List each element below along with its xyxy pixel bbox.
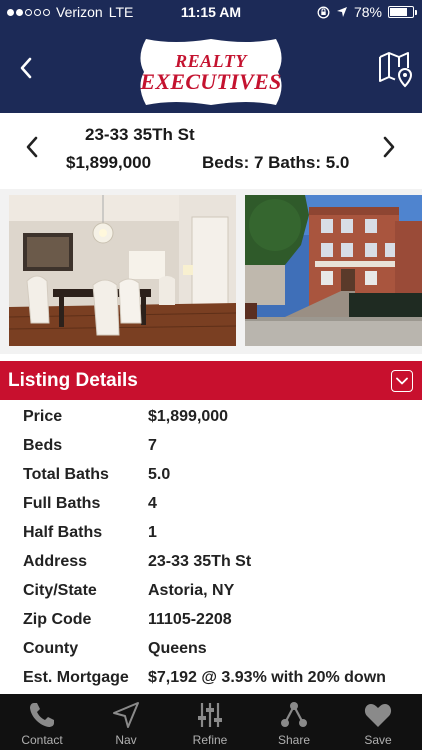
detail-row: County Queens <box>0 634 422 663</box>
sliders-icon <box>198 703 222 727</box>
detail-label: Est. Mortgage <box>23 669 129 686</box>
collapse-details-button[interactable] <box>391 370 413 392</box>
detail-value: Astoria, NY <box>148 582 235 599</box>
detail-label: Beds <box>23 437 63 454</box>
detail-label: Half Baths <box>23 524 103 541</box>
listing-details-title: Listing Details <box>8 370 138 391</box>
battery-percent: 78% <box>353 4 382 20</box>
detail-value: 7 <box>148 437 157 454</box>
detail-value: 23-33 35Th St <box>148 553 252 570</box>
detail-row: Total Baths 5.0 <box>0 460 422 489</box>
detail-row: Full Baths 4 <box>0 489 422 518</box>
logo-line2: EXECUTIVES <box>140 69 282 94</box>
listing-photo-exterior[interactable] <box>245 195 422 346</box>
share-icon <box>281 702 307 727</box>
detail-label: Full Baths <box>23 495 101 512</box>
tab-label-nav: Nav <box>115 733 137 747</box>
back-button[interactable] <box>14 54 38 82</box>
detail-row: Zip Code 11105-2208 <box>0 605 422 634</box>
exterior-photo-image <box>245 195 422 346</box>
battery-level <box>390 8 407 16</box>
dining-room-photo-image <box>9 195 236 346</box>
location-arrow-icon <box>336 7 347 17</box>
detail-row: City/State Astoria, NY <box>0 576 422 605</box>
listing-address: 23-33 35Th St <box>85 125 195 144</box>
detail-label: Zip Code <box>23 611 92 628</box>
previous-listing-button[interactable] <box>22 133 42 161</box>
listing-photo-dining-room[interactable] <box>9 195 236 346</box>
tab-bar: Contact Nav Refine Share Save <box>0 694 422 750</box>
listing-details-list: Price $1,899,000 Beds 7 Total Baths 5.0 Full B… <box>0 400 422 694</box>
navigation-arrow-icon <box>113 702 139 728</box>
status-bar: Verizon LTE 11:15 AM 78% <box>0 0 422 24</box>
detail-value: $1,899,000 <box>148 408 229 425</box>
tab-refine[interactable]: Refine <box>168 694 252 750</box>
tab-label-refine: Refine <box>192 733 228 747</box>
tab-share[interactable]: Share <box>252 694 336 750</box>
heart-icon <box>364 704 392 727</box>
status-right: 78% <box>317 4 417 20</box>
detail-label: Price <box>23 408 63 425</box>
tab-save[interactable]: Save <box>336 694 420 750</box>
tab-nav[interactable]: Nav <box>84 694 168 750</box>
listing-beds-baths: Beds: 7 Baths: 5.0 <box>202 153 350 172</box>
tab-label-share: Share <box>277 733 311 747</box>
battery-icon <box>388 6 417 18</box>
detail-value: 4 <box>148 495 157 512</box>
map-pin-icon[interactable] <box>377 50 417 90</box>
detail-label: County <box>23 640 79 657</box>
app-header: Verizon LTE 11:15 AM 78% REALTY EXECUTIV… <box>0 0 422 113</box>
detail-label: Address <box>23 553 88 570</box>
tab-label-contact: Contact <box>21 733 63 747</box>
detail-value: 1 <box>148 524 157 541</box>
chevron-down-icon <box>396 377 408 385</box>
photo-strip[interactable] <box>0 189 422 354</box>
next-listing-button[interactable] <box>379 133 399 161</box>
detail-value: Queens <box>148 640 207 657</box>
listing-price: $1,899,000 <box>66 153 152 172</box>
detail-value: 5.0 <box>148 466 171 483</box>
phone-icon <box>30 703 54 727</box>
tab-contact[interactable]: Contact <box>0 694 84 750</box>
detail-label: City/State <box>23 582 97 599</box>
detail-value: 11105-2208 <box>148 611 232 628</box>
realty-executives-logo: REALTY EXECUTIVES <box>134 35 288 109</box>
listing-summary: 23-33 35Th St $1,899,000 Beds: 7 Baths: … <box>0 113 422 189</box>
detail-value: $7,192 @ 3.93% with 20% down <box>148 669 386 686</box>
detail-label: Total Baths <box>23 466 109 483</box>
listing-details-header[interactable]: Listing Details <box>0 361 422 400</box>
detail-row: Half Baths 1 <box>0 518 422 547</box>
detail-row: Price $1,899,000 <box>0 402 422 431</box>
detail-row: Beds 7 <box>0 431 422 460</box>
rotation-lock-icon <box>317 6 330 18</box>
detail-row: Address 23-33 35Th St <box>0 547 422 576</box>
detail-row: Est. Mortgage $7,192 @ 3.93% with 20% dow… <box>0 663 422 692</box>
tab-label-save: Save <box>364 733 392 747</box>
